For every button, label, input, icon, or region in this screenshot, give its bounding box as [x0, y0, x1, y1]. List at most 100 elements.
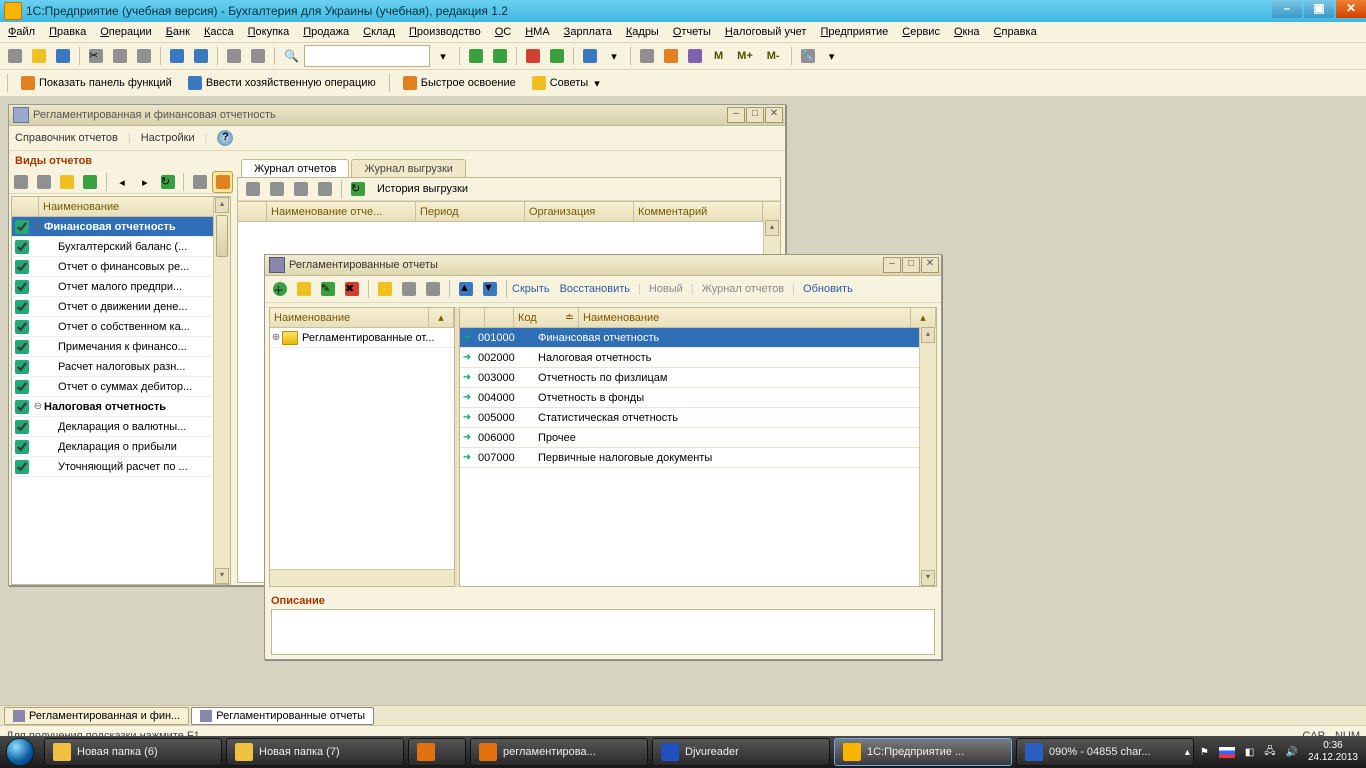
- mdi2-close-button[interactable]: ✕: [921, 257, 939, 273]
- reg-list-row[interactable]: ➜004000Отчетность в фонды: [460, 388, 936, 408]
- calendar-button[interactable]: [660, 45, 682, 67]
- tree-row-checkbox[interactable]: [15, 240, 29, 254]
- journal-col[interactable]: [238, 202, 267, 221]
- nav-back-button[interactable]: [465, 45, 487, 67]
- tree-row-checkbox[interactable]: [15, 360, 29, 374]
- tree-prev-button[interactable]: ◂: [112, 171, 133, 193]
- window-minimize-button[interactable]: –: [1272, 0, 1302, 18]
- start-button[interactable]: [0, 736, 40, 768]
- search-input[interactable]: [304, 45, 430, 67]
- taskbar-app[interactable]: 1С:Предприятие ...: [834, 738, 1012, 766]
- tree-row-checkbox[interactable]: [15, 440, 29, 454]
- taskbar-app[interactable]: Новая папка (7): [226, 738, 404, 766]
- journal-refresh-button[interactable]: ↻: [347, 178, 369, 200]
- menu-Склад[interactable]: Склад: [363, 26, 395, 38]
- menu-Налоговый учет[interactable]: Налоговый учет: [725, 26, 807, 38]
- taskbar-app[interactable]: Djvureader: [652, 738, 830, 766]
- reg-list-row[interactable]: ➜002000Налоговая отчетность: [460, 348, 936, 368]
- tree-mode2-button[interactable]: [212, 171, 233, 193]
- menu-Операции[interactable]: Операции: [100, 26, 151, 38]
- tree-row[interactable]: Отчет о собственном ка...: [12, 317, 230, 337]
- tree-row[interactable]: Отчет о суммах дебитор...: [12, 377, 230, 397]
- mdi-minimize-button[interactable]: –: [727, 107, 745, 123]
- menu-НМА[interactable]: НМА: [525, 26, 549, 38]
- tree-row-checkbox[interactable]: [15, 260, 29, 274]
- reg-hide-link[interactable]: Скрыть: [512, 283, 550, 295]
- reports-window-title[interactable]: Регламентированная и финансовая отчетнос…: [9, 105, 785, 126]
- reports-dict-link[interactable]: Справочник отчетов: [15, 132, 118, 144]
- menu-Касса[interactable]: Касса: [204, 26, 234, 38]
- tray-lang-icon[interactable]: [1219, 747, 1235, 758]
- open-button[interactable]: [28, 45, 50, 67]
- taskbar-app[interactable]: 090% - 04855 char...: [1016, 738, 1194, 766]
- search-button[interactable]: 🔍: [280, 45, 302, 67]
- tree-scrollbar[interactable]: ▴ ▾: [213, 197, 230, 584]
- reg-list-row[interactable]: ➜001000Финансовая отчетность: [460, 328, 936, 348]
- reg-col-name[interactable]: Наименование: [579, 308, 911, 327]
- tree-row-checkbox[interactable]: [15, 460, 29, 474]
- journal-col[interactable]: Период: [416, 202, 525, 221]
- menu-Окна[interactable]: Окна: [954, 26, 980, 38]
- tree-row[interactable]: Отчет о движении дене...: [12, 297, 230, 317]
- tree-row[interactable]: Примечания к финансо...: [12, 337, 230, 357]
- menu-Справка[interactable]: Справка: [994, 26, 1037, 38]
- copy-button[interactable]: [109, 45, 131, 67]
- tree-next-button[interactable]: ▸: [134, 171, 155, 193]
- search-dropdown[interactable]: ▾: [432, 45, 454, 67]
- paste-button[interactable]: [133, 45, 155, 67]
- taskbar-app[interactable]: Новая папка (6): [44, 738, 222, 766]
- journal-col[interactable]: Наименование отче...: [267, 202, 416, 221]
- menu-Покупка[interactable]: Покупка: [248, 26, 290, 38]
- reg-left-hscroll[interactable]: [270, 569, 454, 586]
- menu-Сервис[interactable]: Сервис: [902, 26, 940, 38]
- tree-row-checkbox[interactable]: [15, 400, 29, 414]
- tree-row-checkbox[interactable]: [15, 220, 29, 234]
- taskbar-app[interactable]: регламентирова...: [470, 738, 648, 766]
- stop-button[interactable]: [522, 45, 544, 67]
- tree-row[interactable]: Уточняющий расчет по ...: [12, 457, 230, 477]
- tree-row[interactable]: Декларация о валютны...: [12, 417, 230, 437]
- enter-biz-op-button[interactable]: Ввести хозяйственную операцию: [182, 73, 382, 93]
- redo-button[interactable]: [190, 45, 212, 67]
- menu-Правка[interactable]: Правка: [49, 26, 86, 38]
- regulated-reports-title[interactable]: Регламентированные отчеты – □ ✕: [265, 255, 941, 276]
- tree-row-checkbox[interactable]: [15, 320, 29, 334]
- menu-Предприятие[interactable]: Предприятие: [820, 26, 888, 38]
- reg-left-col[interactable]: Наименование: [270, 308, 429, 327]
- calc-button[interactable]: [636, 45, 658, 67]
- tree-row[interactable]: Отчет о финансовых ре...: [12, 257, 230, 277]
- tray-flag-icon[interactable]: ⚑: [1200, 747, 1209, 758]
- settings-dropdown[interactable]: ▾: [821, 45, 843, 67]
- tree-row[interactable]: ⊖Налоговая отчетность: [12, 397, 230, 417]
- mdi2-maximize-button[interactable]: □: [902, 257, 920, 273]
- window-maximize-button[interactable]: ▣: [1304, 0, 1334, 18]
- tree-row[interactable]: ⊖Финансовая отчетность: [12, 217, 230, 237]
- memory-mminus[interactable]: М-: [761, 50, 786, 62]
- reg-down-button[interactable]: ▼: [479, 278, 501, 300]
- journal-delete-button[interactable]: [314, 178, 336, 200]
- tree-row-checkbox[interactable]: [15, 300, 29, 314]
- refresh-button[interactable]: [546, 45, 568, 67]
- reg-moveup-button[interactable]: [398, 278, 420, 300]
- journal-copy-button[interactable]: [266, 178, 288, 200]
- reg-refresh-link[interactable]: Обновить: [803, 283, 853, 295]
- help-icon[interactable]: ?: [217, 130, 233, 146]
- tree-row[interactable]: Расчет налоговых разн...: [12, 357, 230, 377]
- mdi2-minimize-button[interactable]: –: [883, 257, 901, 273]
- menu-Банк[interactable]: Банк: [166, 26, 190, 38]
- menu-Отчеты[interactable]: Отчеты: [673, 26, 711, 38]
- tree-row-checkbox[interactable]: [15, 340, 29, 354]
- menu-Файл[interactable]: Файл: [8, 26, 35, 38]
- reg-journal-link[interactable]: Журнал отчетов: [702, 283, 784, 295]
- tree-copy-button[interactable]: [34, 171, 55, 193]
- tree-refresh-button[interactable]: ↻: [157, 171, 178, 193]
- preview-button[interactable]: [247, 45, 269, 67]
- reg-edit-button[interactable]: ✎: [317, 278, 339, 300]
- tree-open-button[interactable]: [57, 171, 78, 193]
- tree-row-checkbox[interactable]: [15, 280, 29, 294]
- taskbar-app[interactable]: [408, 738, 466, 766]
- tree-row[interactable]: Отчет малого предпри...: [12, 277, 230, 297]
- tree-add-button[interactable]: [80, 171, 101, 193]
- memory-mplus[interactable]: М+: [731, 50, 759, 62]
- doc-tab[interactable]: Регламентированная и фин...: [4, 707, 189, 725]
